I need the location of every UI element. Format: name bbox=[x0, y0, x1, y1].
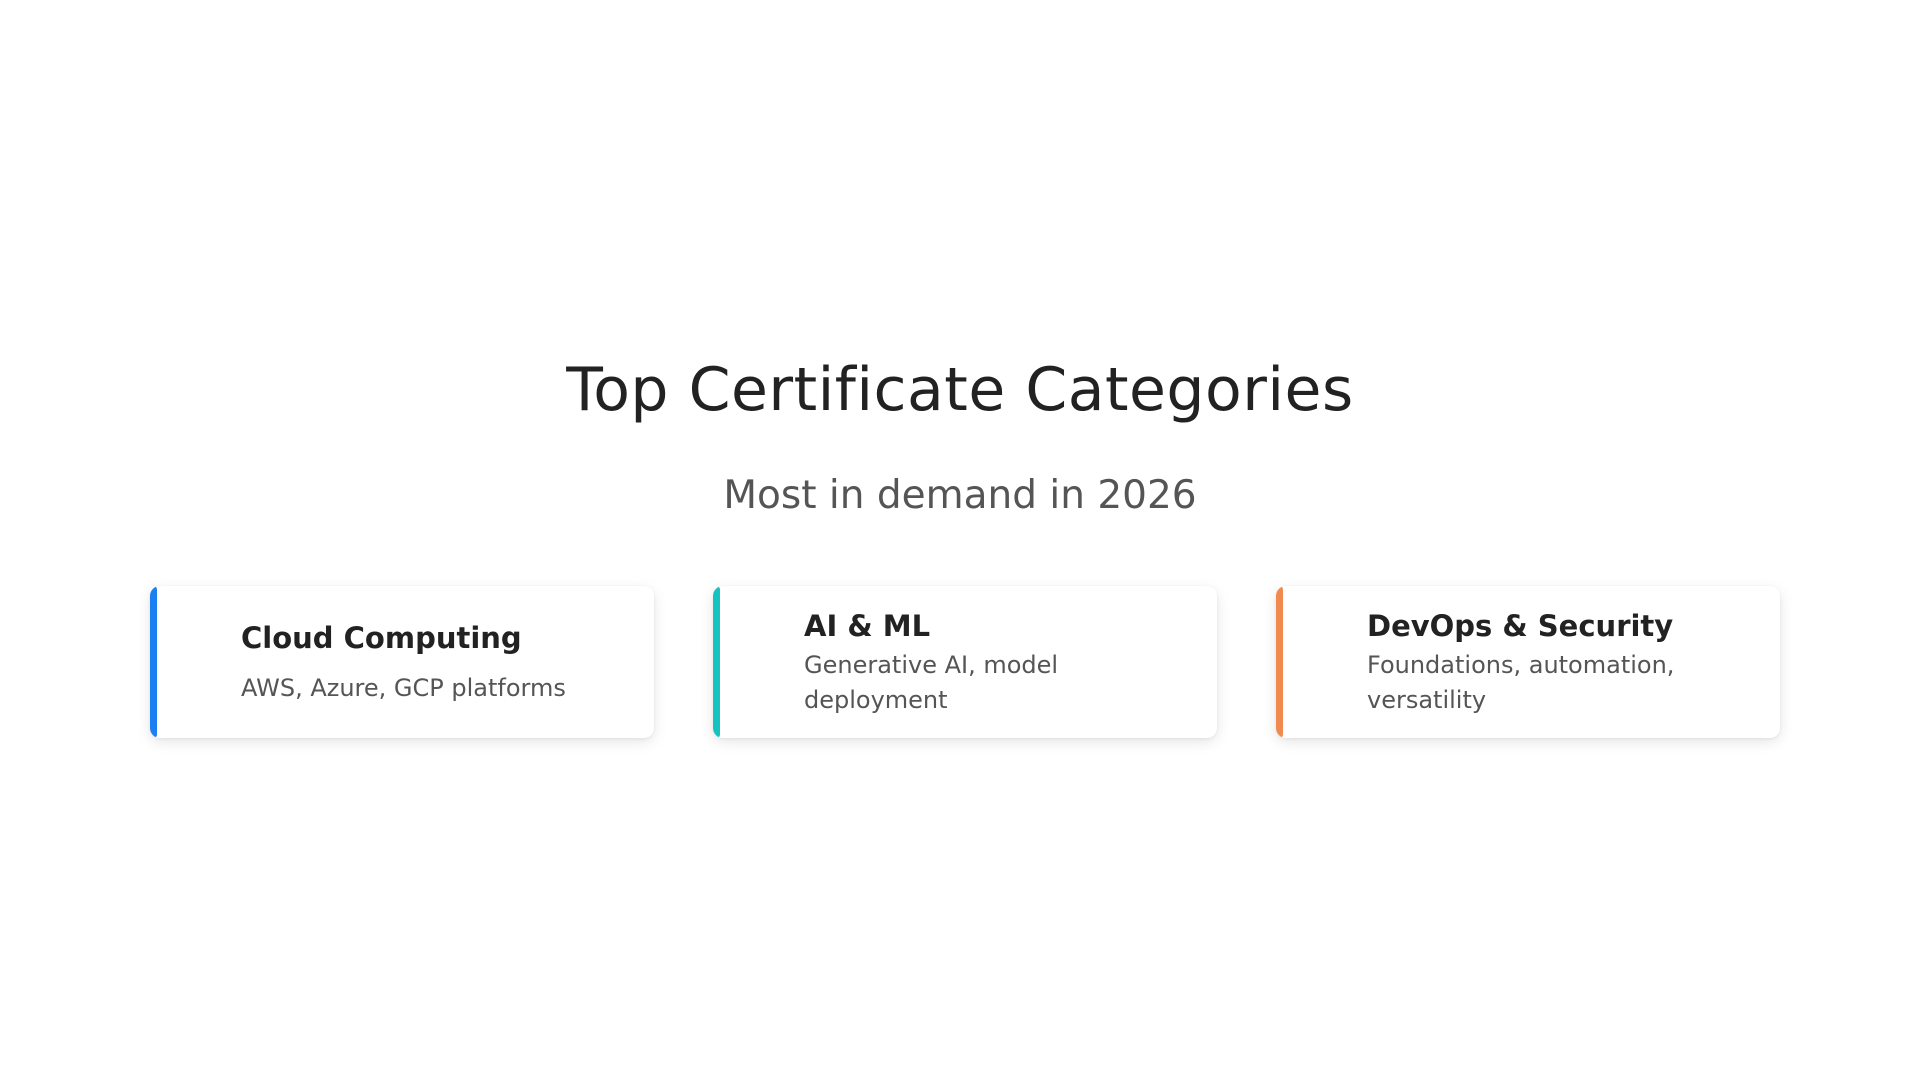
card-accent-bar bbox=[1276, 586, 1283, 738]
category-cards: Cloud Computing AWS, Azure, GCP platform… bbox=[150, 586, 1780, 738]
card-accent-bar bbox=[713, 586, 720, 738]
card-title: Cloud Computing bbox=[241, 620, 522, 655]
category-card-ai-ml: AI & ML Generative AI, model deployment bbox=[713, 586, 1217, 738]
card-description: Generative AI, model deployment bbox=[804, 650, 1059, 714]
slide: Top Certificate Categories Most in deman… bbox=[0, 0, 1920, 1080]
card-content: AI & ML Generative AI, model deployment bbox=[804, 586, 1194, 738]
card-description: Foundations, automation, versatility bbox=[1367, 650, 1675, 714]
card-title: AI & ML bbox=[804, 608, 931, 643]
page-subtitle: Most in demand in 2026 bbox=[723, 473, 1197, 518]
category-card-devops-security: DevOps & Security Foundations, automatio… bbox=[1276, 586, 1780, 738]
card-content: Cloud Computing AWS, Azure, GCP platform… bbox=[241, 586, 631, 738]
card-accent-bar bbox=[150, 586, 157, 738]
card-title: DevOps & Security bbox=[1367, 608, 1674, 643]
card-description: AWS, Azure, GCP platforms bbox=[241, 673, 566, 702]
page-title: Top Certificate Categories bbox=[566, 355, 1354, 425]
category-card-cloud-computing: Cloud Computing AWS, Azure, GCP platform… bbox=[150, 586, 654, 738]
card-content: DevOps & Security Foundations, automatio… bbox=[1367, 586, 1757, 738]
